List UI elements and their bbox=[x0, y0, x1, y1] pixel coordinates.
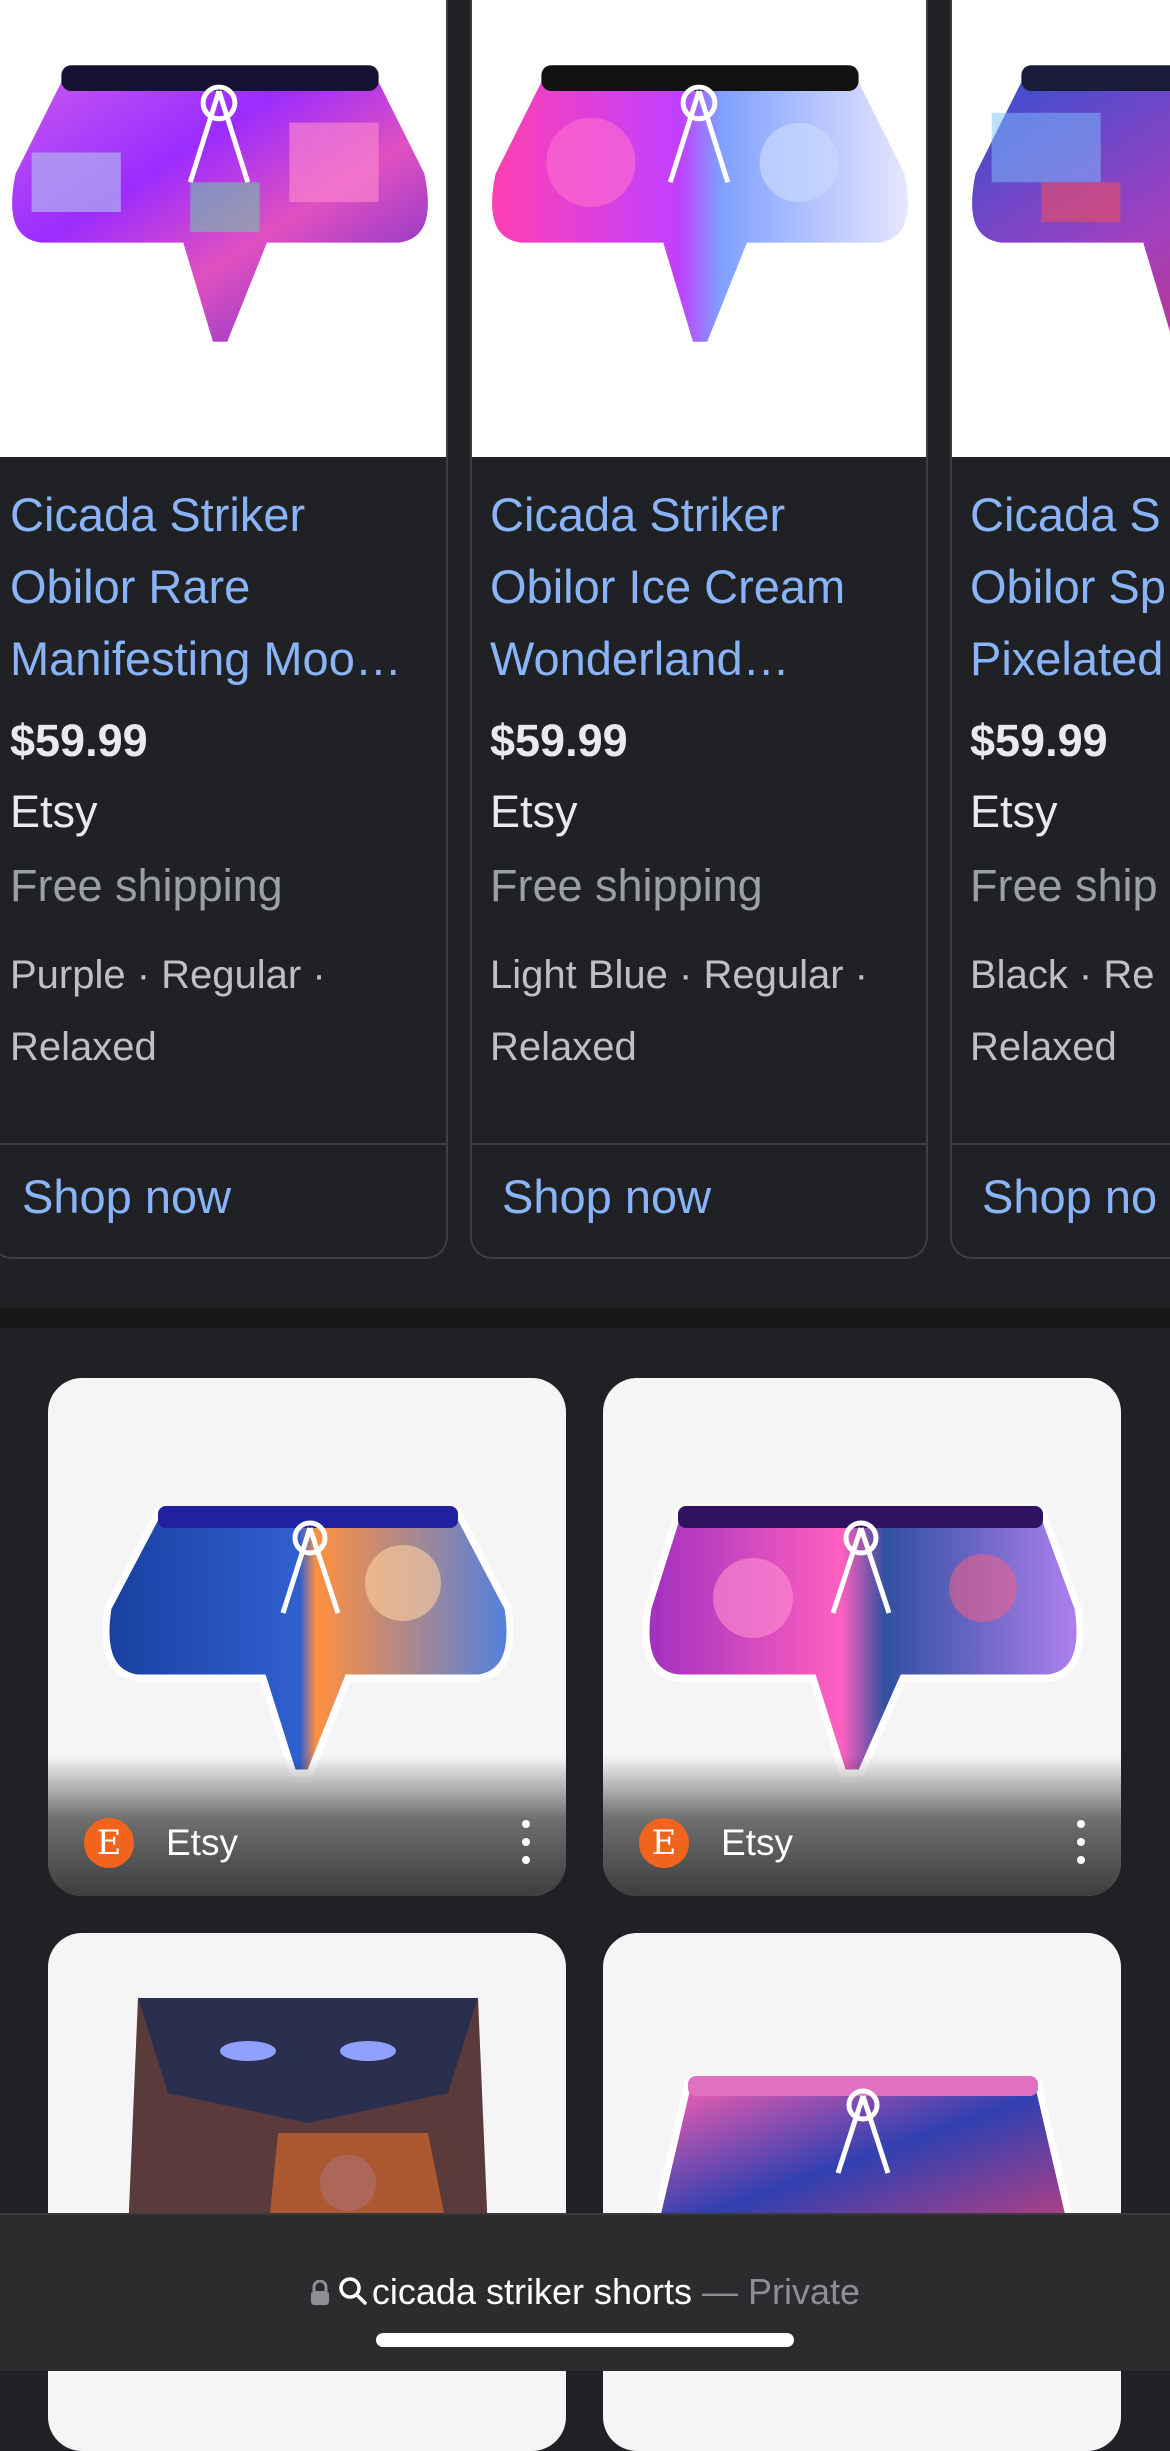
product-card[interactable]: Cicada Striker Obilor Rare Manifesting M… bbox=[0, 0, 448, 1259]
product-image[interactable] bbox=[472, 0, 926, 457]
product-image[interactable] bbox=[0, 0, 446, 457]
shipping-info: Free shipping bbox=[490, 860, 763, 911]
shipping-info: Free ship bbox=[970, 860, 1158, 911]
etsy-favicon-icon: E bbox=[84, 1818, 134, 1868]
image-result[interactable]: E Etsy bbox=[603, 1378, 1121, 1896]
product-card[interactable]: Cicada S Obilor Sp Pixelated $59.99 Etsy… bbox=[950, 0, 1170, 1259]
etsy-favicon-icon: E bbox=[639, 1818, 689, 1868]
address-field[interactable]: cicada striker shorts — Private bbox=[0, 2270, 1170, 2316]
product-attributes: Light Blue · Regular · Relaxed bbox=[490, 953, 868, 1069]
card-divider bbox=[0, 1143, 446, 1145]
shorts-image bbox=[484, 65, 916, 350]
merchant-name: Etsy bbox=[490, 786, 578, 837]
product-title[interactable]: Cicada S Obilor Sp Pixelated bbox=[970, 479, 1170, 695]
shop-now-button[interactable]: Shop no bbox=[982, 1162, 1157, 1232]
image-source[interactable]: Etsy bbox=[721, 1823, 793, 1863]
more-options-icon[interactable] bbox=[1071, 1818, 1091, 1866]
search-query: cicada striker shorts bbox=[371, 2271, 693, 2312]
private-mode-label: — Private bbox=[702, 2271, 861, 2312]
shorts-image bbox=[128, 1998, 488, 2233]
shop-now-button[interactable]: Shop now bbox=[22, 1162, 231, 1232]
product-price: $59.99 bbox=[970, 715, 1108, 766]
image-result[interactable] bbox=[48, 1933, 566, 2451]
browser-address-bar[interactable]: cicada striker shorts — Private bbox=[0, 2213, 1170, 2371]
section-separator bbox=[0, 1308, 1170, 1328]
image-source[interactable]: Etsy bbox=[166, 1823, 238, 1863]
product-title[interactable]: Cicada Striker Obilor Ice Cream Wonderla… bbox=[490, 479, 916, 695]
home-indicator[interactable] bbox=[376, 2333, 794, 2347]
lock-icon bbox=[310, 2272, 330, 2316]
product-image[interactable] bbox=[952, 0, 1170, 457]
merchant-name: Etsy bbox=[10, 786, 98, 837]
product-price: $59.99 bbox=[490, 715, 628, 766]
product-attributes: Black · Re Relaxed bbox=[970, 953, 1155, 1069]
shorts-image bbox=[964, 65, 1170, 350]
product-attributes: Purple · Regular · Relaxed bbox=[10, 953, 326, 1069]
product-price: $59.99 bbox=[10, 715, 148, 766]
card-divider bbox=[472, 1143, 926, 1145]
card-divider bbox=[952, 1143, 1170, 1145]
more-options-icon[interactable] bbox=[516, 1818, 536, 1866]
shorts-image bbox=[648, 2076, 1078, 2237]
product-title[interactable]: Cicada Striker Obilor Rare Manifesting M… bbox=[10, 479, 436, 695]
search-icon bbox=[338, 2272, 368, 2316]
shopping-carousel[interactable]: Cicada Striker Obilor Rare Manifesting M… bbox=[0, 0, 1170, 1262]
image-result[interactable]: E Etsy bbox=[48, 1378, 566, 1896]
merchant-name: Etsy bbox=[970, 786, 1058, 837]
shop-now-button[interactable]: Shop now bbox=[502, 1162, 711, 1232]
shorts-image bbox=[4, 65, 436, 350]
product-card[interactable]: Cicada Striker Obilor Ice Cream Wonderla… bbox=[470, 0, 928, 1259]
image-result[interactable] bbox=[603, 1933, 1121, 2451]
shipping-info: Free shipping bbox=[10, 860, 283, 911]
